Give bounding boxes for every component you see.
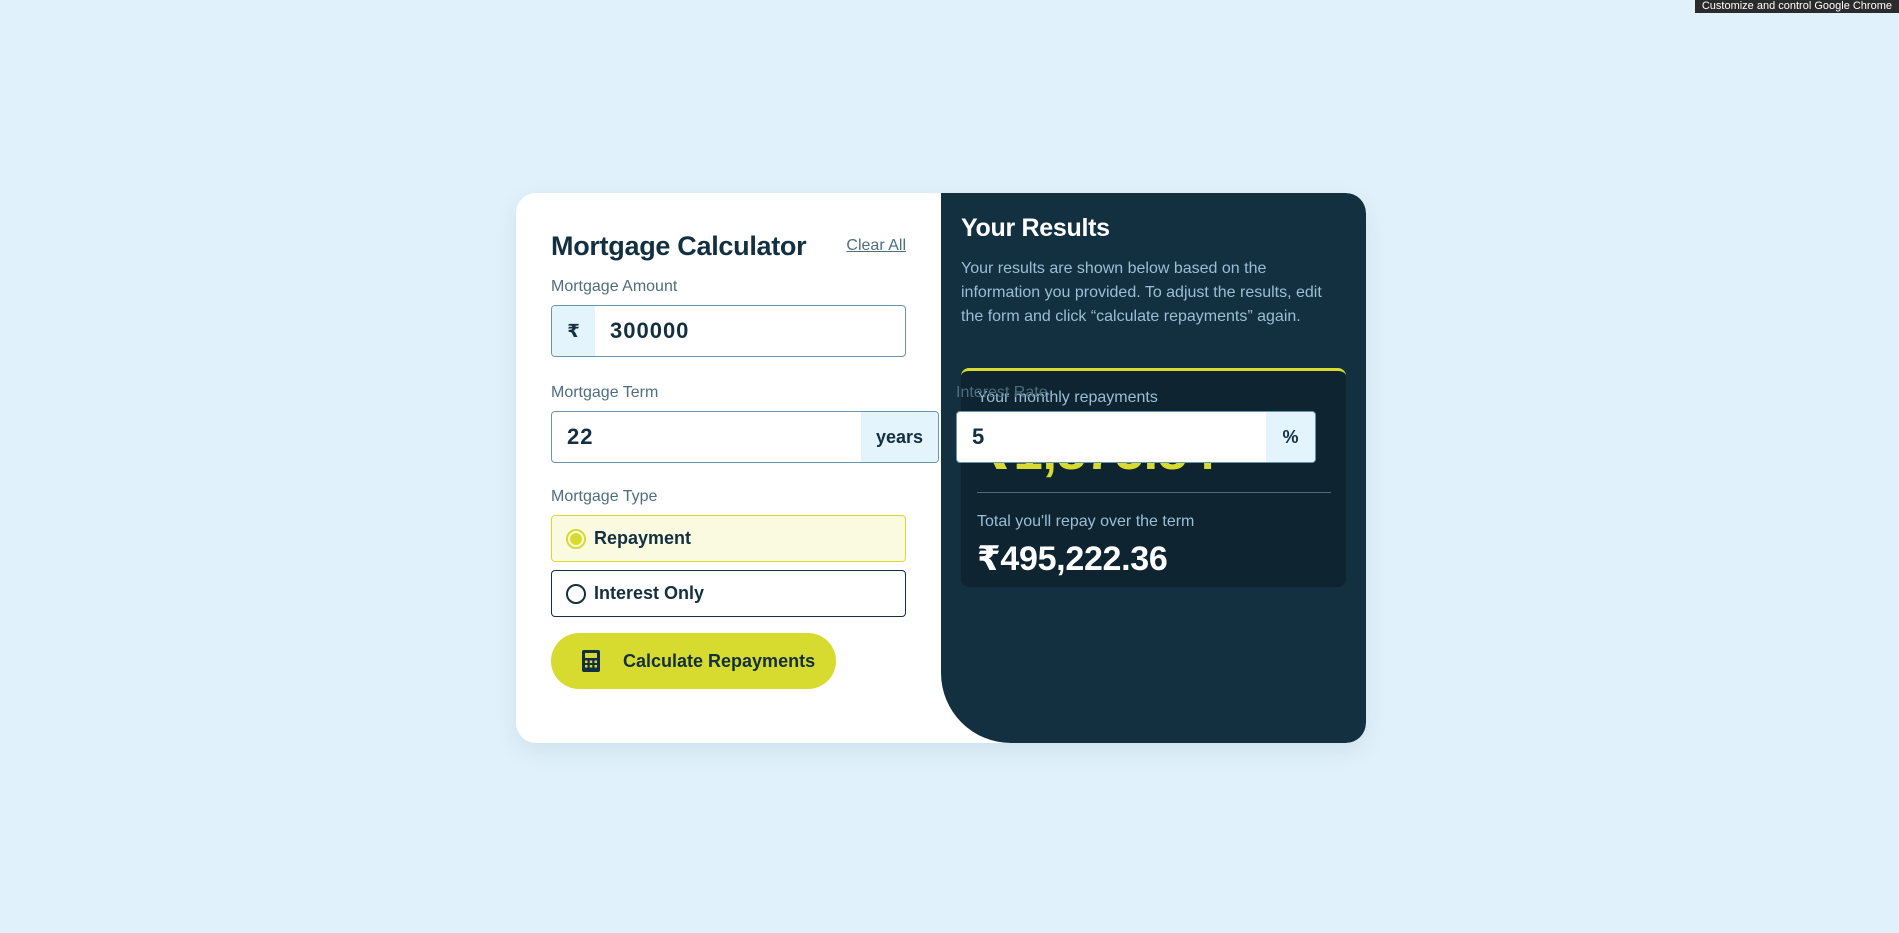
interest-rate-label: Interest Rate	[956, 384, 1048, 401]
mortgage-amount-box: ₹	[551, 305, 906, 357]
form-header: Mortgage Calculator Clear All	[551, 226, 906, 266]
interest-rate-group: Interest Rate %	[956, 384, 1316, 463]
calculate-repayments-button[interactable]: Calculate Repayments	[551, 633, 836, 689]
mortgage-amount-group: Mortgage Amount ₹	[551, 278, 906, 357]
interest-only-option[interactable]: Interest Only	[551, 570, 906, 617]
mortgage-amount-label: Mortgage Amount	[551, 278, 678, 295]
repayment-option[interactable]: Repayment	[551, 515, 906, 562]
term-rate-row: Mortgage Term years Interest Rate %	[551, 384, 1316, 463]
mortgage-type-label: Mortgage Type	[551, 488, 658, 505]
repayment-radio[interactable]	[566, 528, 586, 549]
results-panel: Your Results Your results are shown belo…	[941, 193, 1366, 743]
total-repay-value: ₹495,222.36	[977, 540, 1168, 578]
interest-only-option-label: Interest Only	[594, 583, 705, 603]
interest-only-radio[interactable]	[566, 583, 586, 604]
mortgage-term-box: years	[551, 411, 939, 463]
calculator-icon	[582, 650, 600, 672]
repayment-option-label: Repayment	[594, 528, 692, 548]
browser-tooltip: Customize and control Google Chrome	[1694, 0, 1899, 13]
mortgage-amount-input[interactable]	[595, 306, 905, 356]
interest-rate-box: %	[956, 411, 1316, 463]
interest-rate-input[interactable]	[957, 412, 1266, 462]
percent-suffix: %	[1266, 412, 1315, 462]
mortgage-calculator-card: Mortgage Calculator Clear All Mortgage A…	[516, 193, 1366, 743]
calculator-form: Mortgage Calculator Clear All Mortgage A…	[516, 193, 1316, 743]
calculate-repayments-label: Calculate Repayments	[623, 650, 816, 671]
clear-all-link[interactable]: Clear All	[846, 237, 906, 255]
rupee-prefix: ₹	[552, 306, 595, 356]
results-title: Your Results	[961, 214, 1110, 242]
form-title: Mortgage Calculator	[551, 230, 807, 261]
total-repay-label: Total you'll repay over the term	[977, 513, 1195, 530]
mortgage-term-input[interactable]	[552, 412, 861, 462]
results-description: Your results are shown below based on th…	[961, 260, 1322, 325]
years-suffix: years	[861, 412, 938, 462]
mortgage-term-label: Mortgage Term	[551, 384, 659, 401]
results-divider	[977, 492, 1331, 493]
mortgage-type-group: Mortgage Type Repayment Interest Only	[551, 488, 906, 617]
mortgage-term-group: Mortgage Term years	[551, 384, 939, 463]
